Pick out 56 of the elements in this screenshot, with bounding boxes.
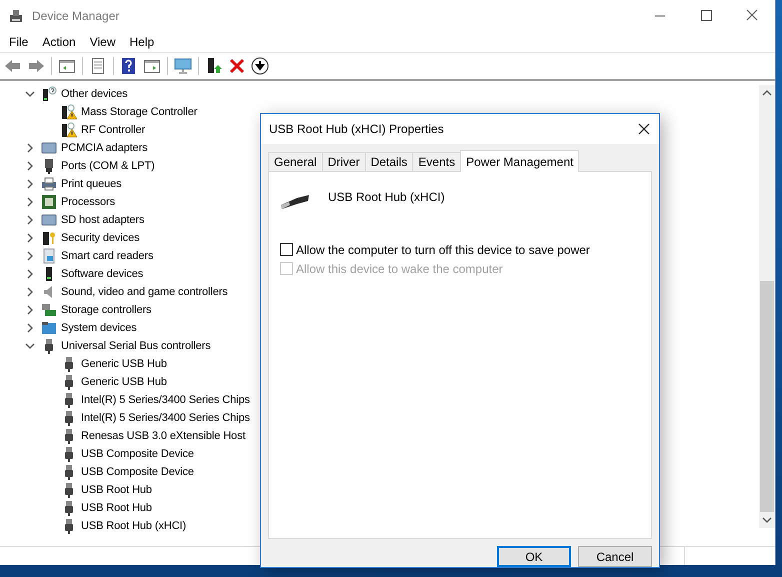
scrollbar[interactable] xyxy=(759,85,775,528)
tree-item[interactable]: Security devices xyxy=(61,232,140,244)
tree-item[interactable]: RF Controller xyxy=(81,124,146,136)
warning-device-icon xyxy=(61,122,77,138)
card-adapter-icon xyxy=(41,140,57,156)
tree-item[interactable]: Universal Serial Bus controllers xyxy=(61,340,211,352)
tree-item[interactable]: Generic USB Hub xyxy=(81,358,167,370)
warning-device-icon xyxy=(61,104,77,120)
tree-item[interactable]: Mass Storage Controller xyxy=(81,106,198,118)
tree-item[interactable]: Smart card readers xyxy=(61,250,154,262)
tree-item[interactable]: Generic USB Hub xyxy=(81,376,167,388)
tree-item[interactable]: Other devices xyxy=(61,88,128,100)
tree-item[interactable]: USB Root Hub xyxy=(81,484,152,496)
window-title: Device Manager xyxy=(32,9,120,23)
tree-item[interactable]: Intel(R) 5 Series/3400 Series Chips xyxy=(81,394,250,406)
tree-item[interactable]: USB Composite Device xyxy=(81,448,194,460)
dialog-button[interactable]: OK xyxy=(497,546,571,567)
tree-item[interactable]: Storage controllers xyxy=(61,304,152,316)
storage-controller-icon xyxy=(41,302,57,318)
dialog-button[interactable]: Cancel xyxy=(578,546,652,567)
tree-item[interactable]: Ports (COM & LPT) xyxy=(61,160,155,172)
scroll-thumb[interactable] xyxy=(760,281,774,512)
tree-item[interactable]: USB Composite Device xyxy=(81,466,194,478)
card-adapter-icon xyxy=(41,212,57,228)
device-manager-icon xyxy=(8,8,24,24)
down-arrow-circle-icon[interactable] xyxy=(250,56,270,76)
usb-connector-icon xyxy=(280,194,310,210)
menu-item[interactable]: View xyxy=(82,35,122,49)
card-reader-icon xyxy=(41,248,57,264)
device-name: USB Root Hub (xHCI) xyxy=(328,190,445,204)
tree-item[interactable]: Software devices xyxy=(61,268,144,280)
menu-item[interactable]: Help xyxy=(122,35,162,49)
checkbox-label[interactable]: Allow the computer to turn off this device to save power xyxy=(296,242,590,256)
key-device-icon xyxy=(41,230,57,246)
menu-item[interactable]: Action xyxy=(35,35,83,49)
question-device-icon xyxy=(41,86,57,102)
tree-item[interactable]: SD host adapters xyxy=(61,214,144,226)
system-folder-icon xyxy=(41,320,57,336)
tree-item[interactable]: Intel(R) 5 Series/3400 Series Chips xyxy=(81,412,250,424)
tab[interactable]: Power Management xyxy=(460,150,580,172)
printer-icon xyxy=(41,176,57,192)
tree-item[interactable]: Processors xyxy=(61,196,116,208)
dialog-title: USB Root Hub (xHCI) Properties xyxy=(269,122,445,136)
tree-item[interactable]: Sound, video and game controllers xyxy=(61,286,228,298)
checkbox[interactable] xyxy=(280,243,293,256)
tree-item[interactable]: USB Root Hub xyxy=(81,502,152,514)
tree-item[interactable]: USB Root Hub (xHCI) xyxy=(81,520,186,532)
tab[interactable]: General xyxy=(268,152,323,172)
tree-item[interactable]: Renesas USB 3.0 eXtensible Host xyxy=(81,430,246,442)
delete-icon[interactable] xyxy=(227,56,247,76)
monitor-icon[interactable] xyxy=(173,56,193,76)
tree-item[interactable]: Print queues xyxy=(61,178,122,190)
tree-item[interactable]: PCMCIA adapters xyxy=(61,142,148,154)
tree-item[interactable]: System devices xyxy=(61,322,137,334)
menu-item[interactable]: File xyxy=(2,35,36,49)
processor-icon xyxy=(41,194,57,210)
